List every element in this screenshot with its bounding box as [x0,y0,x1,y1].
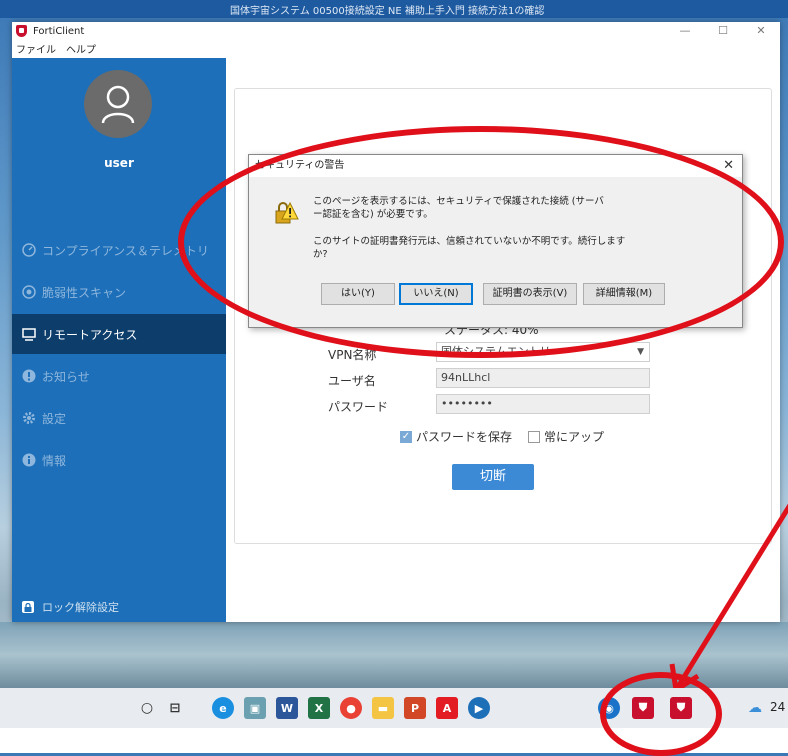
edge-icon[interactable]: e [212,697,234,719]
media-player-icon[interactable]: ▶ [468,697,490,719]
photos-icon[interactable]: ▣ [244,697,266,719]
search-icon[interactable]: ○ [136,697,158,719]
annotation-circle-taskbar [600,672,722,756]
task-view-icon[interactable]: ⊟ [164,697,186,719]
weather-icon[interactable]: ☁ [744,697,766,719]
word-icon[interactable]: W [276,697,298,719]
excel-icon[interactable]: X [308,697,330,719]
powerpoint-icon[interactable]: P [404,697,426,719]
chrome-icon[interactable]: ● [340,697,362,719]
annotation-arrow [669,503,788,693]
acrobat-icon[interactable]: A [436,697,458,719]
taskbar-clock[interactable]: 24 [770,700,785,714]
file-explorer-icon[interactable]: ▬ [372,697,394,719]
